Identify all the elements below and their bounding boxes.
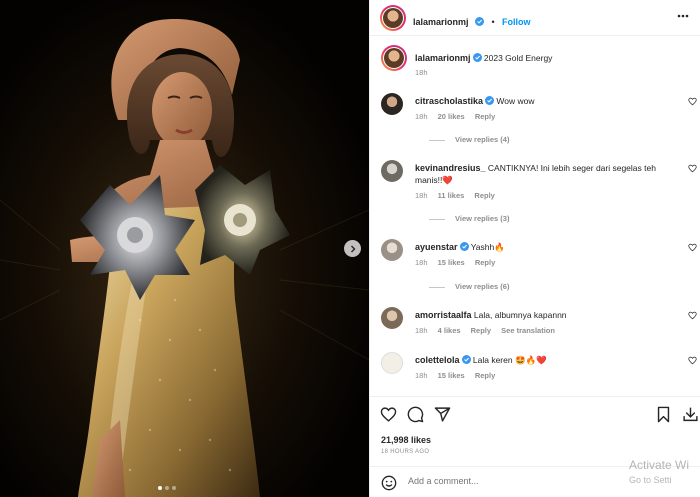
download-icon[interactable] [682,405,699,423]
post-header: lalamarionmj • Follow [370,0,700,36]
comment-text: Yashh🔥 [470,242,505,252]
see-translation-button[interactable]: See translation [501,326,555,335]
view-replies-button[interactable]: View replies (4) [429,134,509,146]
more-options-icon[interactable] [677,14,689,18]
commenter-avatar[interactable] [381,239,403,261]
comment-username[interactable]: kevinandresius_ [415,163,486,173]
view-replies-label: View replies (6) [455,282,510,291]
comment-bubble-icon[interactable] [407,406,424,423]
author-username[interactable]: lalamarionmj [413,17,469,27]
verified-badge-icon [461,355,471,364]
emoji-smiley-icon[interactable] [381,475,397,491]
post-details-panel: lalamarionmj • Follow lalamarionmj 2023 … [369,0,700,497]
view-replies-button[interactable]: View replies (3) [429,213,509,225]
windows-activation-hint: Go to Setti [629,475,672,485]
view-replies-label: View replies (4) [455,135,510,144]
reply-button[interactable]: Reply [475,112,495,121]
comment-text: Lala keren 🤩🔥❤️ [472,355,547,365]
post-media[interactable] [0,0,369,497]
commenter-avatar[interactable] [381,160,403,182]
reply-button[interactable]: Reply [474,191,494,200]
comment-likes[interactable]: 20 likes [438,112,465,121]
reply-button[interactable]: Reply [471,326,491,335]
like-comment-heart-icon[interactable] [688,311,697,320]
author-avatar[interactable] [380,5,406,31]
share-paper-plane-icon[interactable] [434,406,451,423]
carousel-indicator [158,486,176,490]
like-comment-heart-icon[interactable] [688,243,697,252]
windows-activation-watermark: Activate Wi [629,458,690,472]
bookmark-icon[interactable] [656,406,671,423]
caption-avatar[interactable] [381,45,407,71]
carousel-dot [165,486,169,490]
reply-button[interactable]: Reply [475,258,495,267]
add-comment-input[interactable] [408,476,608,486]
post-photo [0,0,369,497]
chevron-right-icon [350,245,355,252]
comment-likes[interactable]: 15 likes [438,371,465,380]
comment-likes[interactable]: 4 likes [438,326,461,335]
post-actions: 21,998 likes 18 HOURS AGO [370,396,700,466]
comment-username[interactable]: colettelola [415,355,460,365]
verified-badge-icon [459,242,469,251]
post-timestamp: 18 HOURS AGO [381,449,430,455]
verified-badge-icon [474,17,484,26]
comment-username[interactable]: citrascholastika [415,96,483,106]
verified-badge-icon [472,53,482,62]
comments-list[interactable]: lalamarionmj 2023 Gold Energy 18h citras… [370,37,700,396]
view-replies-label: View replies (3) [455,214,510,223]
view-replies-button[interactable]: View replies (6) [429,281,509,293]
reply-button[interactable]: Reply [475,371,495,380]
caption-time: 18h [415,68,428,77]
comment-likes[interactable]: 15 likes [438,258,465,267]
comment-username[interactable]: ayuenstar [415,242,458,252]
comment-time: 18h [415,371,428,380]
comment-text: Wow wow [496,96,535,106]
header-separator: • [491,17,495,27]
caption-username[interactable]: lalamarionmj [415,53,471,63]
comment-time: 18h [415,112,428,121]
comment-time: 18h [415,258,428,267]
comment-username[interactable]: amorristaalfa [415,310,472,320]
carousel-dot [172,486,176,490]
commenter-avatar[interactable] [381,307,403,329]
caption-text: 2023 Gold Energy [483,53,553,63]
like-comment-heart-icon[interactable] [688,164,697,173]
commenter-avatar[interactable] [381,93,403,115]
comment-time: 18h [415,191,428,200]
like-comment-heart-icon[interactable] [688,97,697,106]
comment-text: Lala, albumnya kapannn [473,310,567,320]
likes-count[interactable]: 21,998 likes [381,435,431,445]
follow-button[interactable]: Follow [502,17,531,27]
next-photo-button[interactable] [344,240,361,257]
commenter-avatar[interactable] [381,352,403,374]
like-heart-icon[interactable] [380,406,397,423]
like-comment-heart-icon[interactable] [688,356,697,365]
post-caption: lalamarionmj 2023 Gold Energy 18h [381,45,699,85]
comment-time: 18h [415,326,428,335]
verified-badge-icon [485,96,495,105]
carousel-dot-active [158,486,162,490]
comment-likes[interactable]: 11 likes [438,191,465,200]
